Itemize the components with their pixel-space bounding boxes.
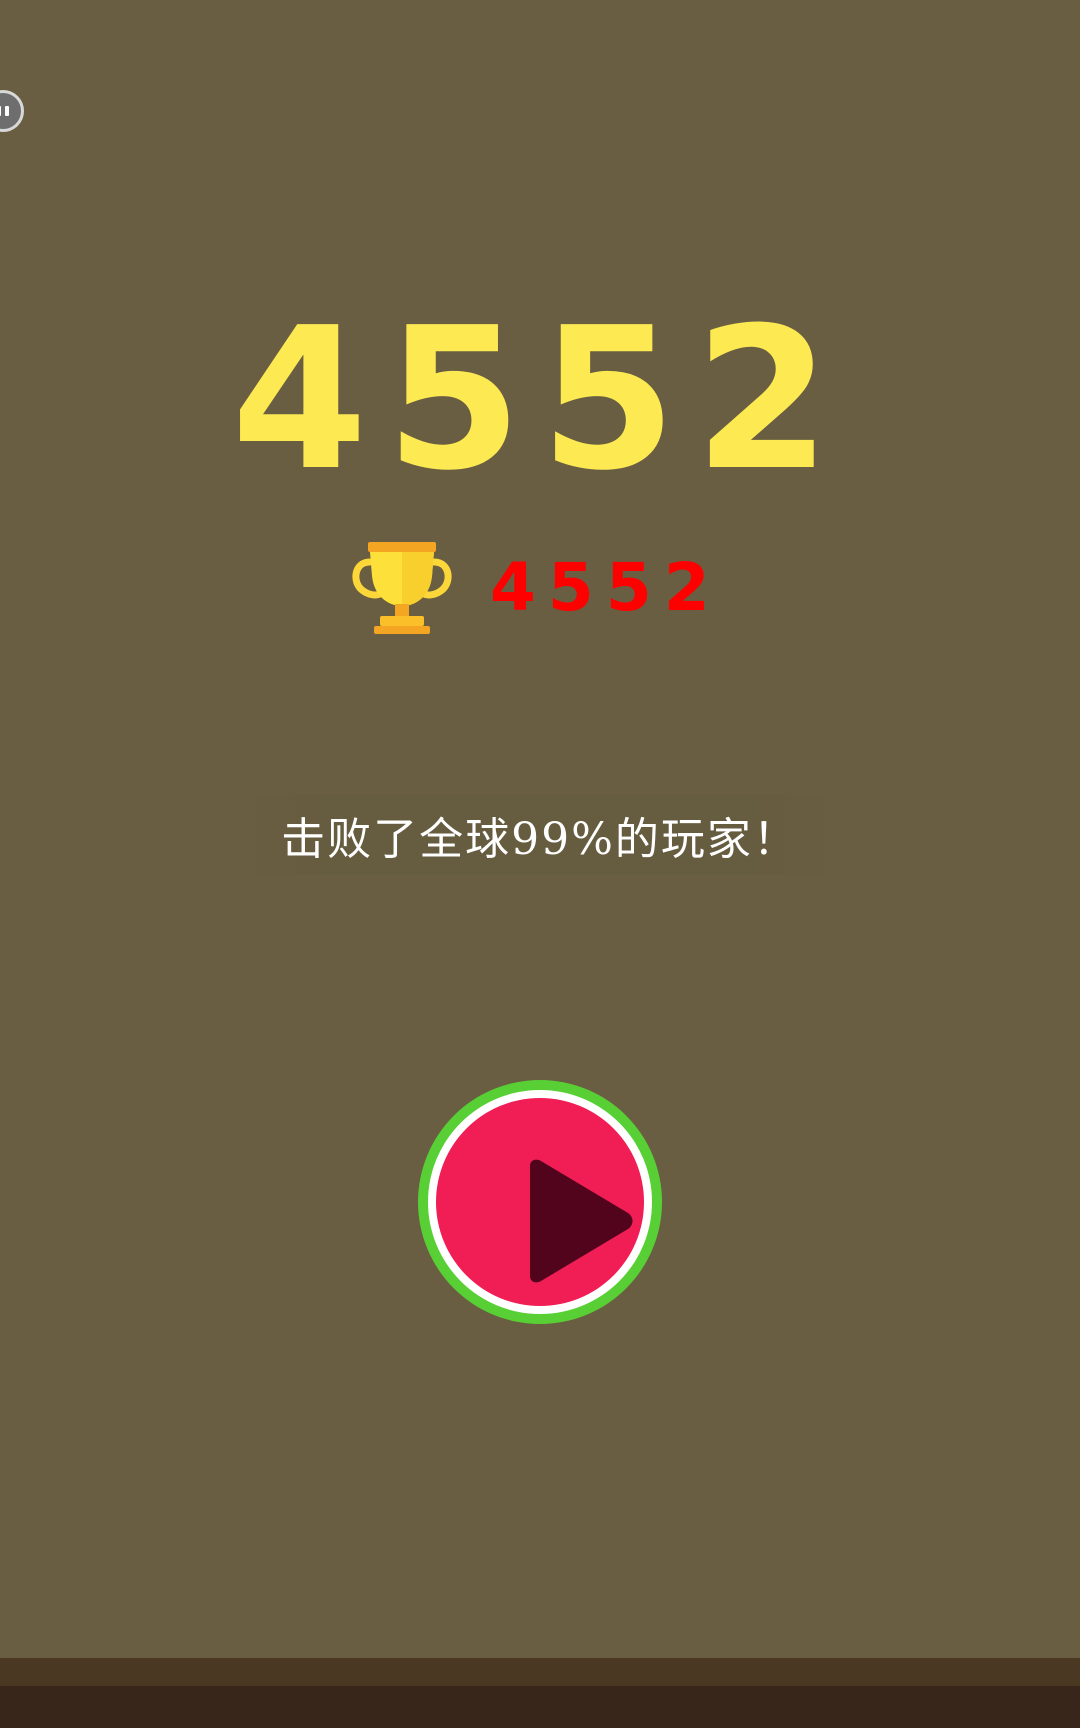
floating-menu-button[interactable] [0, 90, 24, 132]
play-again-button[interactable] [418, 1080, 662, 1324]
pause-icon [0, 106, 9, 116]
trophy-icon [352, 542, 452, 634]
current-score: 4552 [231, 286, 849, 514]
best-score-value: 4552 [490, 549, 722, 626]
rank-banner: 击败了全球99%的玩家！ [220, 795, 860, 875]
play-button-face [436, 1098, 644, 1306]
rank-message: 击败了全球99%的玩家！ [281, 814, 799, 865]
ground-strip-top [0, 1658, 1080, 1686]
best-score-row: 4552 [350, 540, 722, 636]
play-icon [530, 1159, 633, 1283]
ground-strip-bottom [0, 1686, 1080, 1728]
game-over-screen: 4552 4552 击败了全球99%的玩家！ [0, 0, 1080, 1728]
